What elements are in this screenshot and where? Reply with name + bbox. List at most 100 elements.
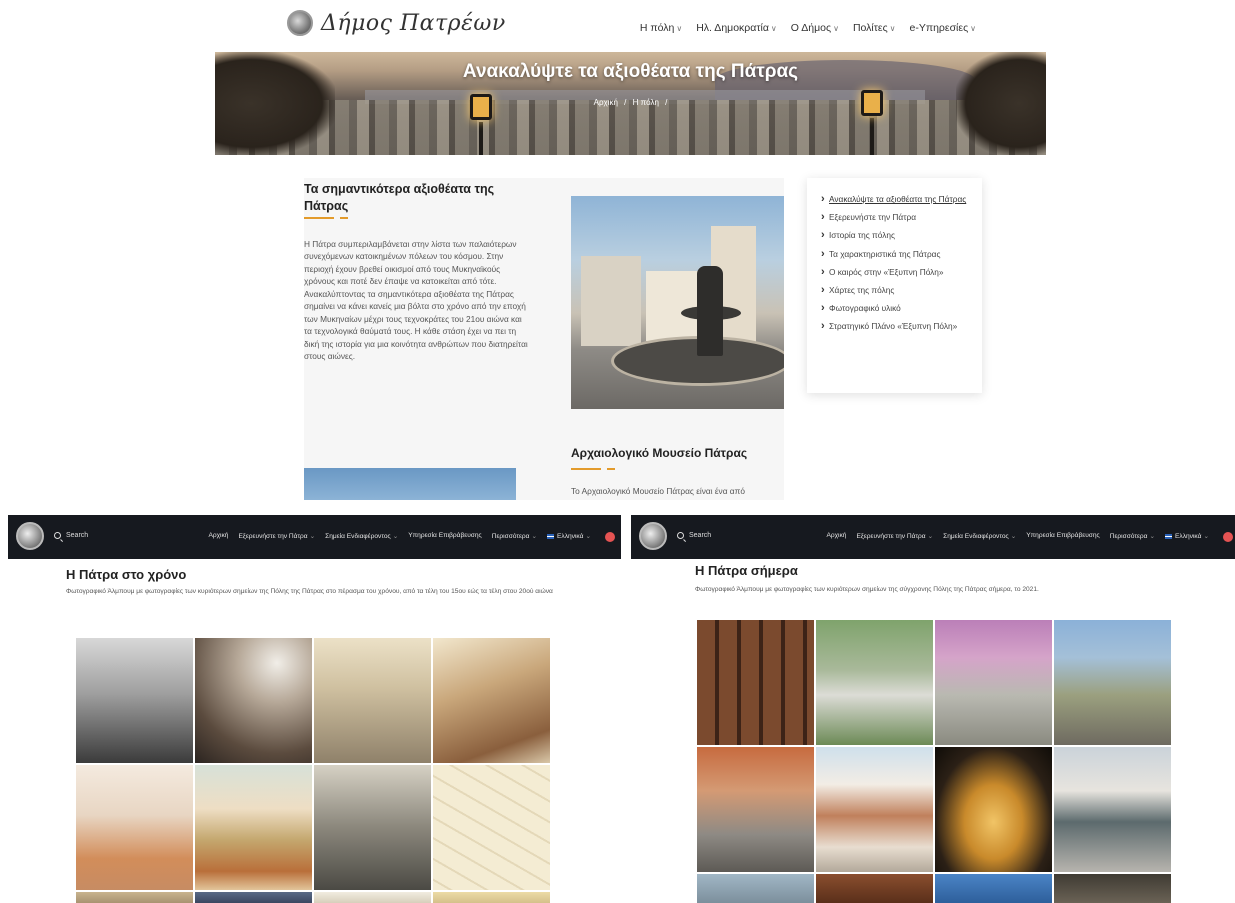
site-header: Δήμος Πατρέων Η πόλη ∨ Ηλ. Δημοκρατία ∨ Ο … [215,0,1046,52]
gallery-title: Η Πάτρα σήμερα [695,563,798,578]
section-title: Τα σημαντικότερα αξιοθέατα της Πάτρας [304,182,495,213]
section-text: Η Πάτρα συμπεριλαμβάνεται στην λίστα των… [304,239,528,361]
gallery-photo[interactable] [1054,620,1171,745]
hero-banner: Ανακαλύψτε τα αξιοθέατα της Πάτρας Αρχικ… [215,52,1046,155]
gallery-photo[interactable] [433,765,550,890]
greek-flag-icon [547,533,555,539]
gallery-photo[interactable] [935,747,1052,872]
nav-item-more[interactable]: Περισσότερα ⌄ [1110,532,1155,540]
museum-photo [304,468,516,500]
fountain-photo [571,196,784,409]
gallery-past-screenshot: Search Αρχική Εξερευνήστε την Πάτρα ⌄ Σημ… [8,515,621,903]
nav-item-e-democracy[interactable]: Ηλ. Δημοκρατία ∨ [696,22,777,34]
greek-flag-icon [1165,533,1173,539]
search-icon [54,532,61,539]
side-menu-item-attractions[interactable]: Ανακαλύψτε τα αξιοθέατα της Πάτρας [821,192,968,207]
nav-item-rewards[interactable]: Υπηρεσία Επιβράβευσης [408,532,482,540]
gallery-photo[interactable] [816,874,933,903]
nav-item-citizens[interactable]: Πολίτες ∨ [853,22,896,34]
chevron-down-icon: ⌄ [309,533,316,540]
nav-item-home[interactable]: Αρχική [208,532,228,540]
gallery-photo[interactable] [935,620,1052,745]
gallery-photo[interactable] [314,638,431,763]
museum-text: Το Αρχαιολογικό Μουσείο Πάτρας είναι ένα… [571,486,745,496]
navbar-menu: Αρχική Εξερευνήστε την Πάτρα ⌄ Σημεία Ενδ… [826,532,1209,540]
gallery-photo[interactable] [195,892,312,903]
municipality-emblem-icon [287,10,313,36]
notification-badge[interactable] [605,532,615,542]
side-menu: Ανακαλύψτε τα αξιοθέατα της Πάτρας Εξερε… [807,178,982,393]
gallery-title: Η Πάτρα στο χρόνο [66,567,187,582]
language-selector[interactable]: Ελληνικά ⌄ [1165,532,1209,540]
chevron-down-icon: ⌄ [392,533,399,540]
search-button[interactable]: Search [54,532,88,539]
gallery-photo[interactable] [314,892,431,903]
gallery-photo[interactable] [76,765,193,890]
nav-item-more[interactable]: Περισσότερα ⌄ [492,532,537,540]
chevron-down-icon: ∨ [970,24,976,33]
breadcrumb: Αρχική / Η πόλη / [593,98,668,107]
gallery-photo[interactable] [433,892,550,903]
app-navbar: Search Αρχική Εξερευνήστε την Πάτρα ⌄ Σημ… [631,515,1235,559]
chevron-down-icon: ∨ [676,24,683,33]
chevron-down-icon: ⌄ [585,533,591,540]
gallery-photo[interactable] [697,747,814,872]
chevron-down-icon: ⌄ [1010,533,1017,540]
chevron-down-icon: ∨ [833,24,839,33]
chevron-down-icon: ∨ [770,24,777,33]
gallery-photo[interactable] [1054,747,1171,872]
nav-item-points-of-interest[interactable]: Σημεία Ενδιαφέροντος ⌄ [325,532,398,540]
gallery-photo[interactable] [433,638,550,763]
gallery-today-screenshot: Search Αρχική Εξερευνήστε την Πάτρα ⌄ Σημ… [631,515,1235,903]
language-selector[interactable]: Ελληνικά ⌄ [547,532,591,540]
nav-item-points-of-interest[interactable]: Σημεία Ενδιαφέροντος ⌄ [943,532,1016,540]
city-skyline-image [215,100,1046,155]
notification-badge[interactable] [1223,532,1233,542]
chevron-down-icon: ⌄ [1203,533,1209,540]
title-underline [304,217,334,219]
main-nav: Η πόλη ∨ Ηλ. Δημοκρατία ∨ Ο Δήμος ∨ Πολίτες… [640,22,976,34]
chevron-down-icon: ∨ [889,24,896,33]
content-area: Τα σημαντικότερα αξιοθέατα της Πάτρας Η … [304,178,784,500]
gallery-photo[interactable] [76,638,193,763]
side-menu-item-history[interactable]: Ιστορία της πόλης [821,228,968,243]
gallery-photo[interactable] [816,747,933,872]
gallery-photo[interactable] [935,874,1052,903]
side-menu-item-maps[interactable]: Χάρτες της πόλης [821,283,968,298]
side-menu-item-strategic-plan[interactable]: Στρατηγικό Πλάνο «Έξυπνη Πόλη» [821,319,968,334]
gallery-description: Φωτογραφικό Άλμπουμ με φωτογραφίες των κ… [695,586,1039,593]
gallery-photo[interactable] [195,638,312,763]
search-button[interactable]: Search [677,532,711,539]
nav-item-home[interactable]: Αρχική [826,532,846,540]
side-menu-item-features[interactable]: Τα χαρακτηριστικά της Πάτρας [821,247,968,262]
nav-item-city[interactable]: Η πόλη ∨ [640,22,682,34]
side-menu-item-explore[interactable]: Εξερευνήστε την Πάτρα [821,210,968,225]
nav-item-explore[interactable]: Εξερευνήστε την Πάτρα ⌄ [238,532,315,540]
side-menu-item-weather[interactable]: Ο καιρός στην «Έξυπνη Πόλη» [821,265,968,280]
gallery-photo[interactable] [816,620,933,745]
breadcrumb-home[interactable]: Αρχική [594,98,618,107]
logo-text: Δήμος Πατρέων [321,10,506,36]
municipality-emblem-icon[interactable] [639,522,667,550]
nav-item-municipality[interactable]: Ο Δήμος ∨ [791,22,839,34]
nav-item-rewards[interactable]: Υπηρεσία Επιβράβευσης [1026,532,1100,540]
gallery-photo[interactable] [697,620,814,745]
gallery-photo[interactable] [314,765,431,890]
gallery-photo[interactable] [1054,874,1171,903]
nav-item-e-services[interactable]: e-Υπηρεσίες ∨ [910,22,977,34]
gallery-description: Φωτογραφικό Άλμπουμ με φωτογραφίες των κ… [66,588,553,595]
museum-title: Αρχαιολογικό Μουσείο Πάτρας [571,446,748,460]
page-title: Ανακαλύψτε τα αξιοθέατα της Πάτρας [462,61,799,82]
gallery-photo[interactable] [195,765,312,890]
gallery-photo[interactable] [76,892,193,903]
municipality-emblem-icon[interactable] [16,522,44,550]
chevron-down-icon: ⌄ [1149,533,1156,540]
side-menu-item-photos[interactable]: Φωτογραφικό υλικό [821,301,968,316]
site-logo[interactable]: Δήμος Πατρέων [287,10,506,36]
chevron-down-icon: ⌄ [927,533,934,540]
search-icon [677,532,684,539]
main-site-screenshot: Δήμος Πατρέων Η πόλη ∨ Ηλ. Δημοκρατία ∨ Ο … [215,0,1046,500]
nav-item-explore[interactable]: Εξερευνήστε την Πάτρα ⌄ [856,532,933,540]
gallery-photo[interactable] [697,874,814,903]
breadcrumb-current[interactable]: Η πόλη [633,98,659,107]
